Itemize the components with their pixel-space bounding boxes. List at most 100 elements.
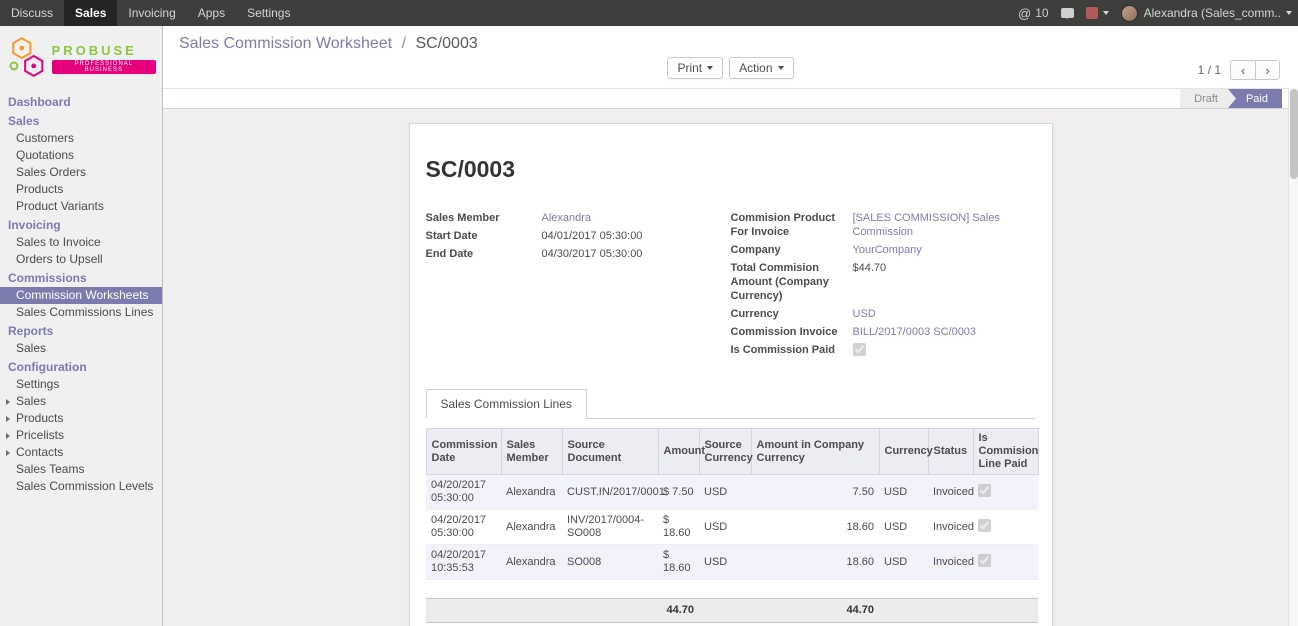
sidebar-item-commission-worksheets[interactable]: Commission Worksheets xyxy=(0,287,162,304)
sidebar-item-config-products[interactable]: Products xyxy=(0,410,162,427)
logo-subtitle: PROFESSIONAL BUSINESS xyxy=(52,60,156,74)
currency-link[interactable]: USD xyxy=(853,307,876,321)
commission-invoice-link[interactable]: BILL/2017/0003 SC/0003 xyxy=(853,325,977,339)
table-totals-row: 44.70 44.70 xyxy=(426,599,1038,623)
commission-product-link[interactable]: [SALES COMMISSION] Sales Commission xyxy=(853,211,1026,239)
cell-paid xyxy=(973,510,1038,545)
main-menu: Discuss Sales Invoicing Apps Settings xyxy=(0,0,301,26)
logo-hexagons xyxy=(6,36,50,80)
sidebar-section-invoicing[interactable]: Invoicing xyxy=(0,215,162,234)
menu-sales[interactable]: Sales xyxy=(64,0,117,26)
field-label: Commission Invoice xyxy=(731,325,853,339)
sidebar-section-sales[interactable]: Sales xyxy=(0,111,162,130)
cell-company-amount: 18.60 xyxy=(751,545,879,580)
sidebar: PROBUSE PROFESSIONAL BUSINESS Dashboard … xyxy=(0,26,163,626)
breadcrumb-parent[interactable]: Sales Commission Worksheet xyxy=(179,35,392,52)
end-date-value: 04/30/2017 05:30:00 xyxy=(542,247,643,261)
breadcrumb-current: SC/0003 xyxy=(415,35,477,52)
messages-button[interactable] xyxy=(1061,8,1074,18)
sidebar-item-pricelists[interactable]: Pricelists xyxy=(0,427,162,444)
table-spacer-row xyxy=(426,580,1038,599)
field-currency: Currency USD xyxy=(731,305,1026,323)
field-label: End Date xyxy=(426,247,542,261)
state-paid[interactable]: Paid xyxy=(1228,89,1282,108)
sidebar-item-customers[interactable]: Customers xyxy=(0,130,162,147)
systray-extra-button[interactable] xyxy=(1086,7,1109,19)
menu-discuss[interactable]: Discuss xyxy=(0,0,64,26)
sidebar-section-dashboard[interactable]: Dashboard xyxy=(0,92,162,111)
is-commission-paid-checkbox[interactable] xyxy=(853,343,866,356)
screen: Discuss Sales Invoicing Apps Settings @ … xyxy=(0,0,1298,626)
cell-currency: USD xyxy=(879,475,928,510)
logo-text: PROBUSE PROFESSIONAL BUSINESS xyxy=(52,43,156,74)
company-link[interactable]: YourCompany xyxy=(853,243,922,257)
notebook-tabs: Sales Commission Lines xyxy=(426,389,1036,419)
cell-amount: $ 18.60 xyxy=(658,510,699,545)
pager-next-button[interactable]: › xyxy=(1255,60,1280,80)
col-source-currency[interactable]: Source Currency xyxy=(699,429,751,475)
col-currency[interactable]: Currency xyxy=(879,429,928,475)
cell-currency: USD xyxy=(879,510,928,545)
cell-source: INV/2017/0004-SO008 xyxy=(562,510,658,545)
tab-sales-commission-lines[interactable]: Sales Commission Lines xyxy=(426,389,587,419)
field-label: Total Commision Amount (Company Currency… xyxy=(731,261,853,303)
menu-apps[interactable]: Apps xyxy=(187,0,236,26)
line-paid-checkbox[interactable] xyxy=(978,519,991,532)
print-button[interactable]: Print xyxy=(667,57,723,79)
cell-amount: $ 18.60 xyxy=(658,545,699,580)
col-source-document[interactable]: Source Document xyxy=(562,429,658,475)
sidebar-item-product-variants[interactable]: Product Variants xyxy=(0,198,162,215)
user-menu[interactable]: Alexandra (Sales_comm.. xyxy=(1121,5,1292,22)
col-amount[interactable]: Amount xyxy=(658,429,699,475)
activities-button[interactable]: @ 10 xyxy=(1018,6,1049,21)
sidebar-item-reports-sales[interactable]: Sales xyxy=(0,340,162,357)
sidebar-item-sales-commissions-lines[interactable]: Sales Commissions Lines xyxy=(0,304,162,321)
total-amount: 44.70 xyxy=(658,599,699,623)
sidebar-section-reports[interactable]: Reports xyxy=(0,321,162,340)
sidebar-item-sales-orders[interactable]: Sales Orders xyxy=(0,164,162,181)
sidebar-item-sales-to-invoice[interactable]: Sales to Invoice xyxy=(0,234,162,251)
sidebar-item-sales-commission-levels[interactable]: Sales Commission Levels xyxy=(0,478,162,495)
menu-invoicing[interactable]: Invoicing xyxy=(117,0,186,26)
col-commission-date[interactable]: Commission Date xyxy=(426,429,501,475)
col-sales-member[interactable]: Sales Member xyxy=(501,429,562,475)
sidebar-item-products[interactable]: Products xyxy=(0,181,162,198)
sidebar-item-label: Contacts xyxy=(16,446,63,459)
table-row[interactable]: 04/20/2017 10:35:53 Alexandra SO008 $ 18… xyxy=(426,545,1038,580)
sidebar-item-quotations[interactable]: Quotations xyxy=(0,147,162,164)
sales-member-link[interactable]: Alexandra xyxy=(542,211,592,225)
cell-status: Invoiced xyxy=(928,475,973,510)
sidebar-item-contacts[interactable]: Contacts xyxy=(0,444,162,461)
scrollbar-thumb[interactable] xyxy=(1290,89,1298,179)
pager-previous-button[interactable]: ‹ xyxy=(1230,60,1255,80)
field-label: Start Date xyxy=(426,229,542,243)
vertical-scrollbar[interactable] xyxy=(1288,88,1298,626)
col-amount-company-currency[interactable]: Amount in Company Currency xyxy=(751,429,879,475)
table-row[interactable]: 04/20/2017 05:30:00 Alexandra INV/2017/0… xyxy=(426,510,1038,545)
form-sheet: SC/0003 Sales Member Alexandra Start Dat… xyxy=(409,123,1053,626)
menu-settings[interactable]: Settings xyxy=(236,0,301,26)
action-button[interactable]: Action xyxy=(729,57,793,79)
sidebar-item-sales-teams[interactable]: Sales Teams xyxy=(0,461,162,478)
sidebar-section-commissions[interactable]: Commissions xyxy=(0,268,162,287)
field-label: Sales Member xyxy=(426,211,542,225)
table-row[interactable]: 04/20/2017 05:30:00 Alexandra CUST.IN/20… xyxy=(426,475,1038,510)
state-draft[interactable]: Draft xyxy=(1180,89,1236,108)
pager: 1 / 1 ‹ › xyxy=(1198,60,1280,80)
col-is-commission-line-paid[interactable]: Is Commision Line Paid xyxy=(973,429,1038,475)
control-panel: Sales Commission Worksheet / SC/0003 Pri… xyxy=(163,26,1298,88)
col-status[interactable]: Status xyxy=(928,429,973,475)
sidebar-item-label: Sales xyxy=(16,395,46,408)
expand-icon xyxy=(6,416,10,422)
sidebar-section-configuration[interactable]: Configuration xyxy=(0,357,162,376)
cell-company-amount: 7.50 xyxy=(751,475,879,510)
sidebar-item-settings[interactable]: Settings xyxy=(0,376,162,393)
field-sales-member: Sales Member Alexandra xyxy=(426,209,721,227)
sidebar-item-orders-to-upsell[interactable]: Orders to Upsell xyxy=(0,251,162,268)
line-paid-checkbox[interactable] xyxy=(978,554,991,567)
expand-icon xyxy=(6,399,10,405)
sidebar-item-config-sales[interactable]: Sales xyxy=(0,393,162,410)
line-paid-checkbox[interactable] xyxy=(978,484,991,497)
expand-icon xyxy=(6,433,10,439)
pager-counter: 1 / 1 xyxy=(1198,63,1221,77)
